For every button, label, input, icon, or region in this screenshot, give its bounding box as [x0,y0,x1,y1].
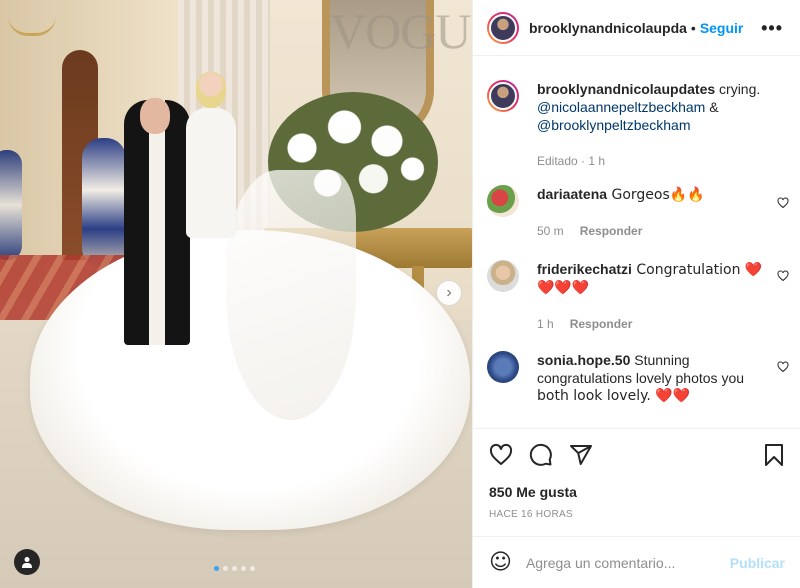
bookmark-icon[interactable] [763,443,785,467]
mention-link[interactable]: @brooklynpeltzbeckham [537,117,691,133]
photo-bride-dress [186,108,236,238]
commenter-avatar[interactable] [487,260,519,292]
comment-username[interactable]: sonia.hope.50 [537,352,630,368]
author-username[interactable]: brooklynandnicolaupda [529,20,687,36]
photo-groom-head [140,98,170,134]
photo-bride-head [196,72,226,108]
post-timestamp[interactable]: HACE 16 HORAS [489,509,573,520]
post-actions: 850 Me gusta HACE 16 HORAS [473,428,800,536]
comment-time: 50 m [537,224,564,238]
comment-item: sonia.hope.50 Stunning congratulations l… [487,351,787,405]
user-icon [22,557,32,568]
commenter-avatar[interactable] [487,185,519,217]
comment-text: Gorgeos🔥🔥 [607,187,705,203]
caption-meta: Editado · 1 h [537,154,606,168]
photo-chandelier [8,0,56,36]
comment-item: dariaatena Gorgeos🔥🔥 50 m Responder [487,185,787,240]
carousel-dot [232,566,237,571]
follow-button[interactable]: Seguir [700,20,744,36]
comment-text-line3: both look lovely. ❤️❤️ [537,388,691,404]
photo-veil [226,170,356,420]
carousel-indicator [214,566,255,571]
comment-text-line2: congratulations lovely photos you [537,370,745,386]
commenter-avatar[interactable] [487,351,519,383]
carousel-dot [214,566,219,571]
mention-link[interactable]: @nicolaannepeltzbeckham [537,99,705,115]
carousel-dot [241,566,246,571]
caption-avatar[interactable] [487,80,519,112]
caption: brooklynandnicolaupdates crying. @nicola… [487,80,787,170]
comment-text: Stunning [630,352,690,368]
vogue-watermark: VOGUE [330,3,472,59]
likes-count[interactable]: 850 Me gusta [489,484,577,500]
comment-username[interactable]: dariaatena [537,186,607,202]
comments-list[interactable]: brooklynandnicolaupdates crying. @nicola… [473,57,800,427]
tagged-users-button[interactable] [14,549,40,575]
like-comment-icon[interactable] [777,270,789,282]
comment-composer: ☺ Publicar [473,536,800,588]
author-avatar[interactable] [487,11,519,44]
reply-button[interactable]: Responder [570,315,633,333]
photo-vase-left [0,150,22,260]
caption-username[interactable]: brooklynandnicolaupdates [537,81,715,97]
comment-input[interactable] [525,554,730,571]
separator-dot: • [690,19,696,36]
post-side-panel: brooklynandnicolaupda • Seguir ••• brook… [472,0,800,588]
comment-text-line2: ❤️❤️❤️ [537,280,590,296]
chevron-right-icon: › [446,284,452,301]
comment-time: 1 h [537,317,554,331]
like-comment-icon[interactable] [777,197,789,209]
like-icon[interactable] [489,443,513,467]
emoji-icon[interactable]: ☺ [489,550,512,575]
more-options-icon[interactable]: ••• [761,18,783,39]
carousel-dot [250,566,255,571]
caption-amp: & [705,99,719,115]
next-photo-button[interactable]: › [436,280,462,306]
post-photo[interactable]: VOGUE › [0,0,472,588]
photo-groom [124,100,190,345]
like-comment-icon[interactable] [777,361,789,373]
comment-icon[interactable] [529,443,553,467]
post-header: brooklynandnicolaupda • Seguir ••• [473,0,800,56]
caption-text: crying. [715,81,761,97]
comment-username[interactable]: friderikechatzi [537,261,632,277]
comment-item: friderikechatzi Congratulation ❤️ ❤️❤️❤️… [487,260,787,333]
carousel-dot [223,566,228,571]
photo-vase-middle [82,138,126,268]
comment-text: Congratulation ❤️ [631,262,763,278]
publish-button[interactable]: Publicar [730,555,785,571]
share-icon[interactable] [569,443,593,467]
instagram-post-window: VOGUE › brooklynandnicolaupda • Seguir •… [0,0,800,588]
reply-button[interactable]: Responder [580,222,643,240]
